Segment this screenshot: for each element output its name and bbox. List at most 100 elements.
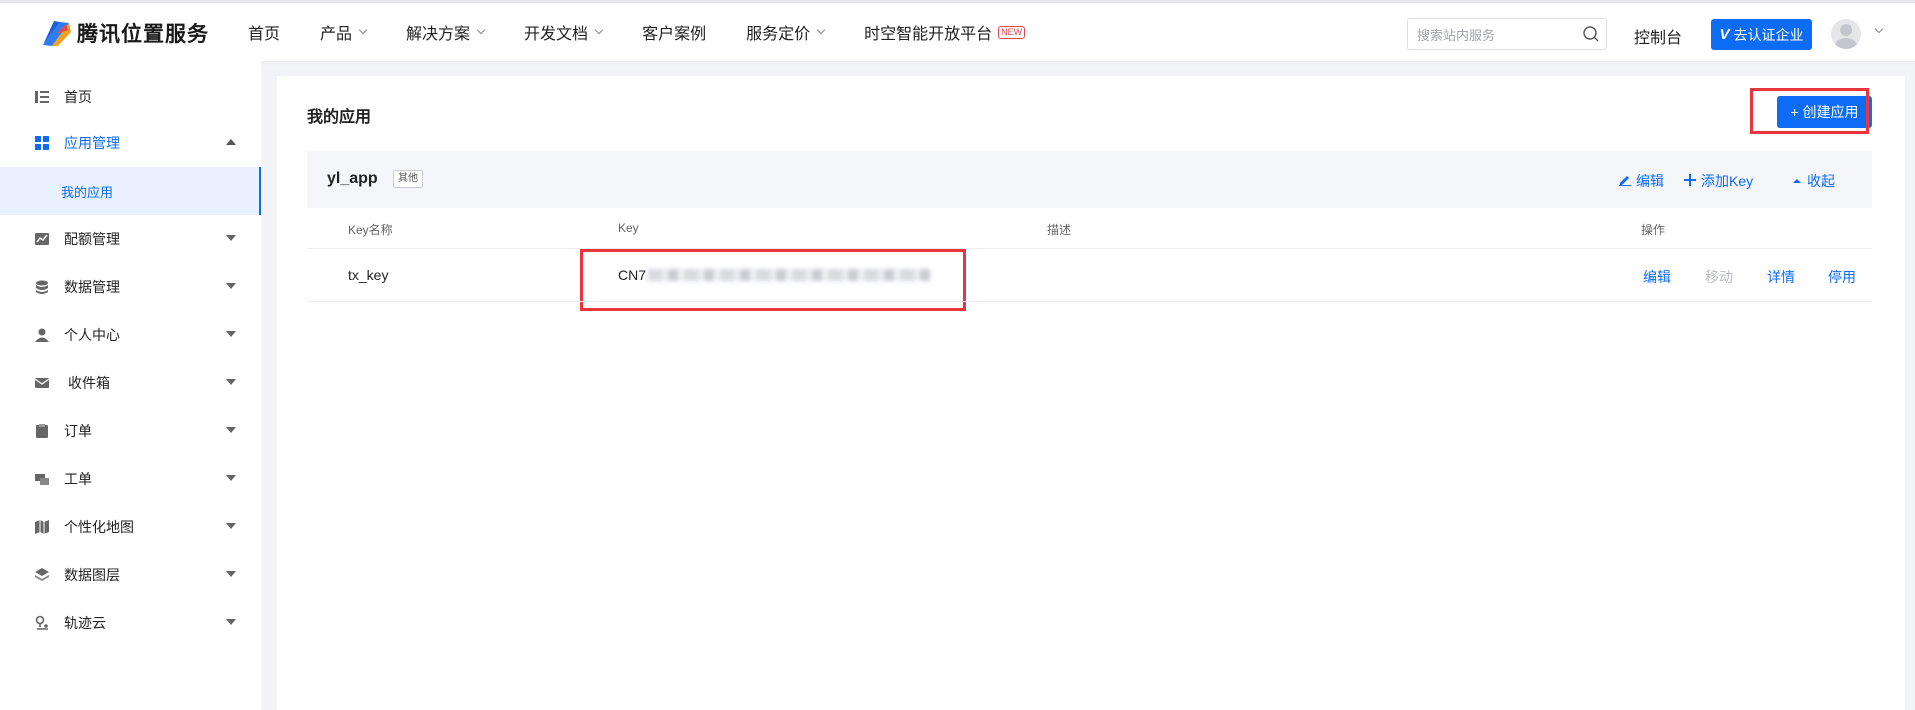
- sidebar-item-inbox[interactable]: 收件箱: [0, 359, 261, 407]
- nav-docs-label: 开发文档: [524, 26, 589, 43]
- sidebar-item-orders[interactable]: 订单: [0, 407, 261, 455]
- nav-products[interactable]: 产品: [320, 20, 368, 44]
- row-edit-link[interactable]: 编辑: [1643, 267, 1671, 287]
- chevron-down-icon[interactable]: [1874, 24, 1884, 34]
- sidebar-item-track-cloud[interactable]: 轨迹云: [0, 599, 261, 647]
- user-icon: [34, 327, 50, 343]
- sidebar-item-label: 订单: [64, 423, 92, 439]
- nav-cases-label: 客户案例: [642, 26, 707, 43]
- caret-down-icon: [226, 523, 236, 529]
- edit-app-button[interactable]: 编辑: [1618, 171, 1664, 191]
- add-key-label: 添加Key: [1701, 173, 1754, 189]
- caret-down-icon: [226, 571, 236, 577]
- track-icon: [34, 615, 50, 631]
- sidebar-item-label: 工单: [64, 471, 92, 487]
- chevron-down-icon: [816, 25, 826, 35]
- column-header-description: 描述: [1047, 223, 1072, 237]
- app-name: yl_app: [327, 170, 378, 187]
- sidebar-item-data-layers[interactable]: 数据图层: [0, 551, 261, 599]
- mail-icon: [34, 375, 50, 391]
- nav-pricing-label: 服务定价: [746, 26, 811, 43]
- sidebar: 首页 应用管理 我的应用 配额管理 数据管理 个人中心 收件箱 订单 工单 个性…: [0, 61, 261, 710]
- add-key-button[interactable]: 添加Key: [1684, 171, 1753, 191]
- search-icon[interactable]: [1576, 19, 1606, 49]
- caret-down-icon: [226, 235, 236, 241]
- row-detail-link[interactable]: 详情: [1767, 267, 1795, 287]
- sidebar-item-tickets[interactable]: 工单: [0, 455, 261, 503]
- page-title: 我的应用: [307, 109, 372, 126]
- nav-solutions-label: 解决方案: [406, 26, 471, 43]
- nav-spacetime-platform[interactable]: 时空智能开放平台 NEW: [864, 20, 1026, 44]
- tencent-location-logo-icon: [40, 18, 74, 48]
- grid-icon: [34, 135, 50, 151]
- sidebar-subitem-my-apps[interactable]: 我的应用: [0, 167, 261, 215]
- brand-name: 腾讯位置服务: [77, 23, 209, 46]
- edit-pencil-icon: [1618, 173, 1631, 189]
- sidebar-item-label: 配额管理: [64, 231, 120, 247]
- map-icon: [34, 519, 50, 535]
- column-header-key: Key: [618, 221, 639, 235]
- sidebar-item-label: 个性化地图: [64, 519, 134, 535]
- sidebar-item-data[interactable]: 数据管理: [0, 263, 261, 311]
- sidebar-item-app-management[interactable]: 应用管理: [0, 119, 261, 167]
- caret-down-icon: [226, 619, 236, 625]
- top-navbar: 腾讯位置服务 首页 产品 解决方案 开发文档 客户案例 服务定价 时空智能开放平…: [0, 0, 1915, 61]
- sidebar-subitem-label: 我的应用: [61, 184, 114, 200]
- clipboard-icon: [34, 423, 50, 439]
- chevron-down-icon: [358, 25, 368, 35]
- sidebar-item-label: 收件箱: [68, 375, 110, 391]
- layers-icon: [34, 567, 50, 583]
- highlight-box: [1750, 88, 1869, 134]
- column-header-key-name: Key名称: [348, 223, 393, 237]
- caret-down-icon: [226, 427, 236, 433]
- nav-home-label: 首页: [248, 26, 281, 43]
- row-disable-link[interactable]: 停用: [1828, 267, 1856, 287]
- collapse-button[interactable]: 收起: [1792, 171, 1835, 191]
- console-link[interactable]: 控制台: [1634, 24, 1682, 48]
- app-type-tag: 其他: [393, 170, 423, 188]
- list-icon: [34, 89, 50, 105]
- main-panel: 我的应用 + 创建应用 yl_app 其他 编辑 添加Key 收起 Key名称 …: [277, 76, 1905, 710]
- sidebar-item-label: 数据图层: [64, 567, 120, 583]
- search-placeholder: 搜索站内服务: [1417, 27, 1496, 43]
- key-name-cell: tx_key: [348, 267, 389, 283]
- sidebar-item-label: 轨迹云: [64, 615, 106, 631]
- chart-icon: [34, 231, 50, 247]
- caret-down-icon: [226, 475, 236, 481]
- sidebar-item-home[interactable]: 首页: [0, 73, 261, 121]
- verify-enterprise-button[interactable]: V 去认证企业: [1711, 19, 1812, 50]
- nav-pricing[interactable]: 服务定价: [746, 20, 826, 44]
- row-move-link: 移动: [1705, 269, 1733, 285]
- nav-docs[interactable]: 开发文档: [524, 20, 604, 44]
- nav-solutions[interactable]: 解决方案: [406, 20, 486, 44]
- caret-up-icon: [226, 139, 236, 145]
- chevron-down-icon: [476, 25, 486, 35]
- sidebar-item-quota[interactable]: 配额管理: [0, 215, 261, 263]
- caret-up-icon: [1792, 173, 1802, 189]
- new-badge: NEW: [998, 25, 1026, 39]
- caret-down-icon: [226, 379, 236, 385]
- nav-products-label: 产品: [320, 26, 353, 43]
- sidebar-item-profile[interactable]: 个人中心: [0, 311, 261, 359]
- plus-icon: [1684, 173, 1696, 189]
- ticket-icon: [34, 471, 50, 487]
- column-header-actions: 操作: [1641, 223, 1666, 237]
- nav-home[interactable]: 首页: [248, 20, 280, 44]
- brand-logo[interactable]: 腾讯位置服务: [40, 17, 209, 49]
- app-card-header: yl_app 其他 编辑 添加Key 收起: [307, 151, 1872, 208]
- caret-down-icon: [226, 331, 236, 337]
- sidebar-item-custom-map[interactable]: 个性化地图: [0, 503, 261, 551]
- site-search-input[interactable]: 搜索站内服务: [1407, 18, 1607, 50]
- edit-app-label: 编辑: [1636, 173, 1664, 189]
- nav-cases[interactable]: 客户案例: [642, 20, 706, 44]
- collapse-label: 收起: [1807, 173, 1835, 189]
- sidebar-item-label: 首页: [64, 89, 92, 105]
- database-icon: [34, 279, 50, 295]
- table-divider: [307, 248, 1872, 249]
- verify-v-icon: V: [1719, 26, 1730, 43]
- caret-down-icon: [226, 283, 236, 289]
- table-divider: [307, 301, 1872, 302]
- verify-enterprise-label: 去认证企业: [1733, 26, 1804, 43]
- user-avatar[interactable]: [1831, 19, 1861, 49]
- sidebar-item-label: 个人中心: [64, 327, 120, 343]
